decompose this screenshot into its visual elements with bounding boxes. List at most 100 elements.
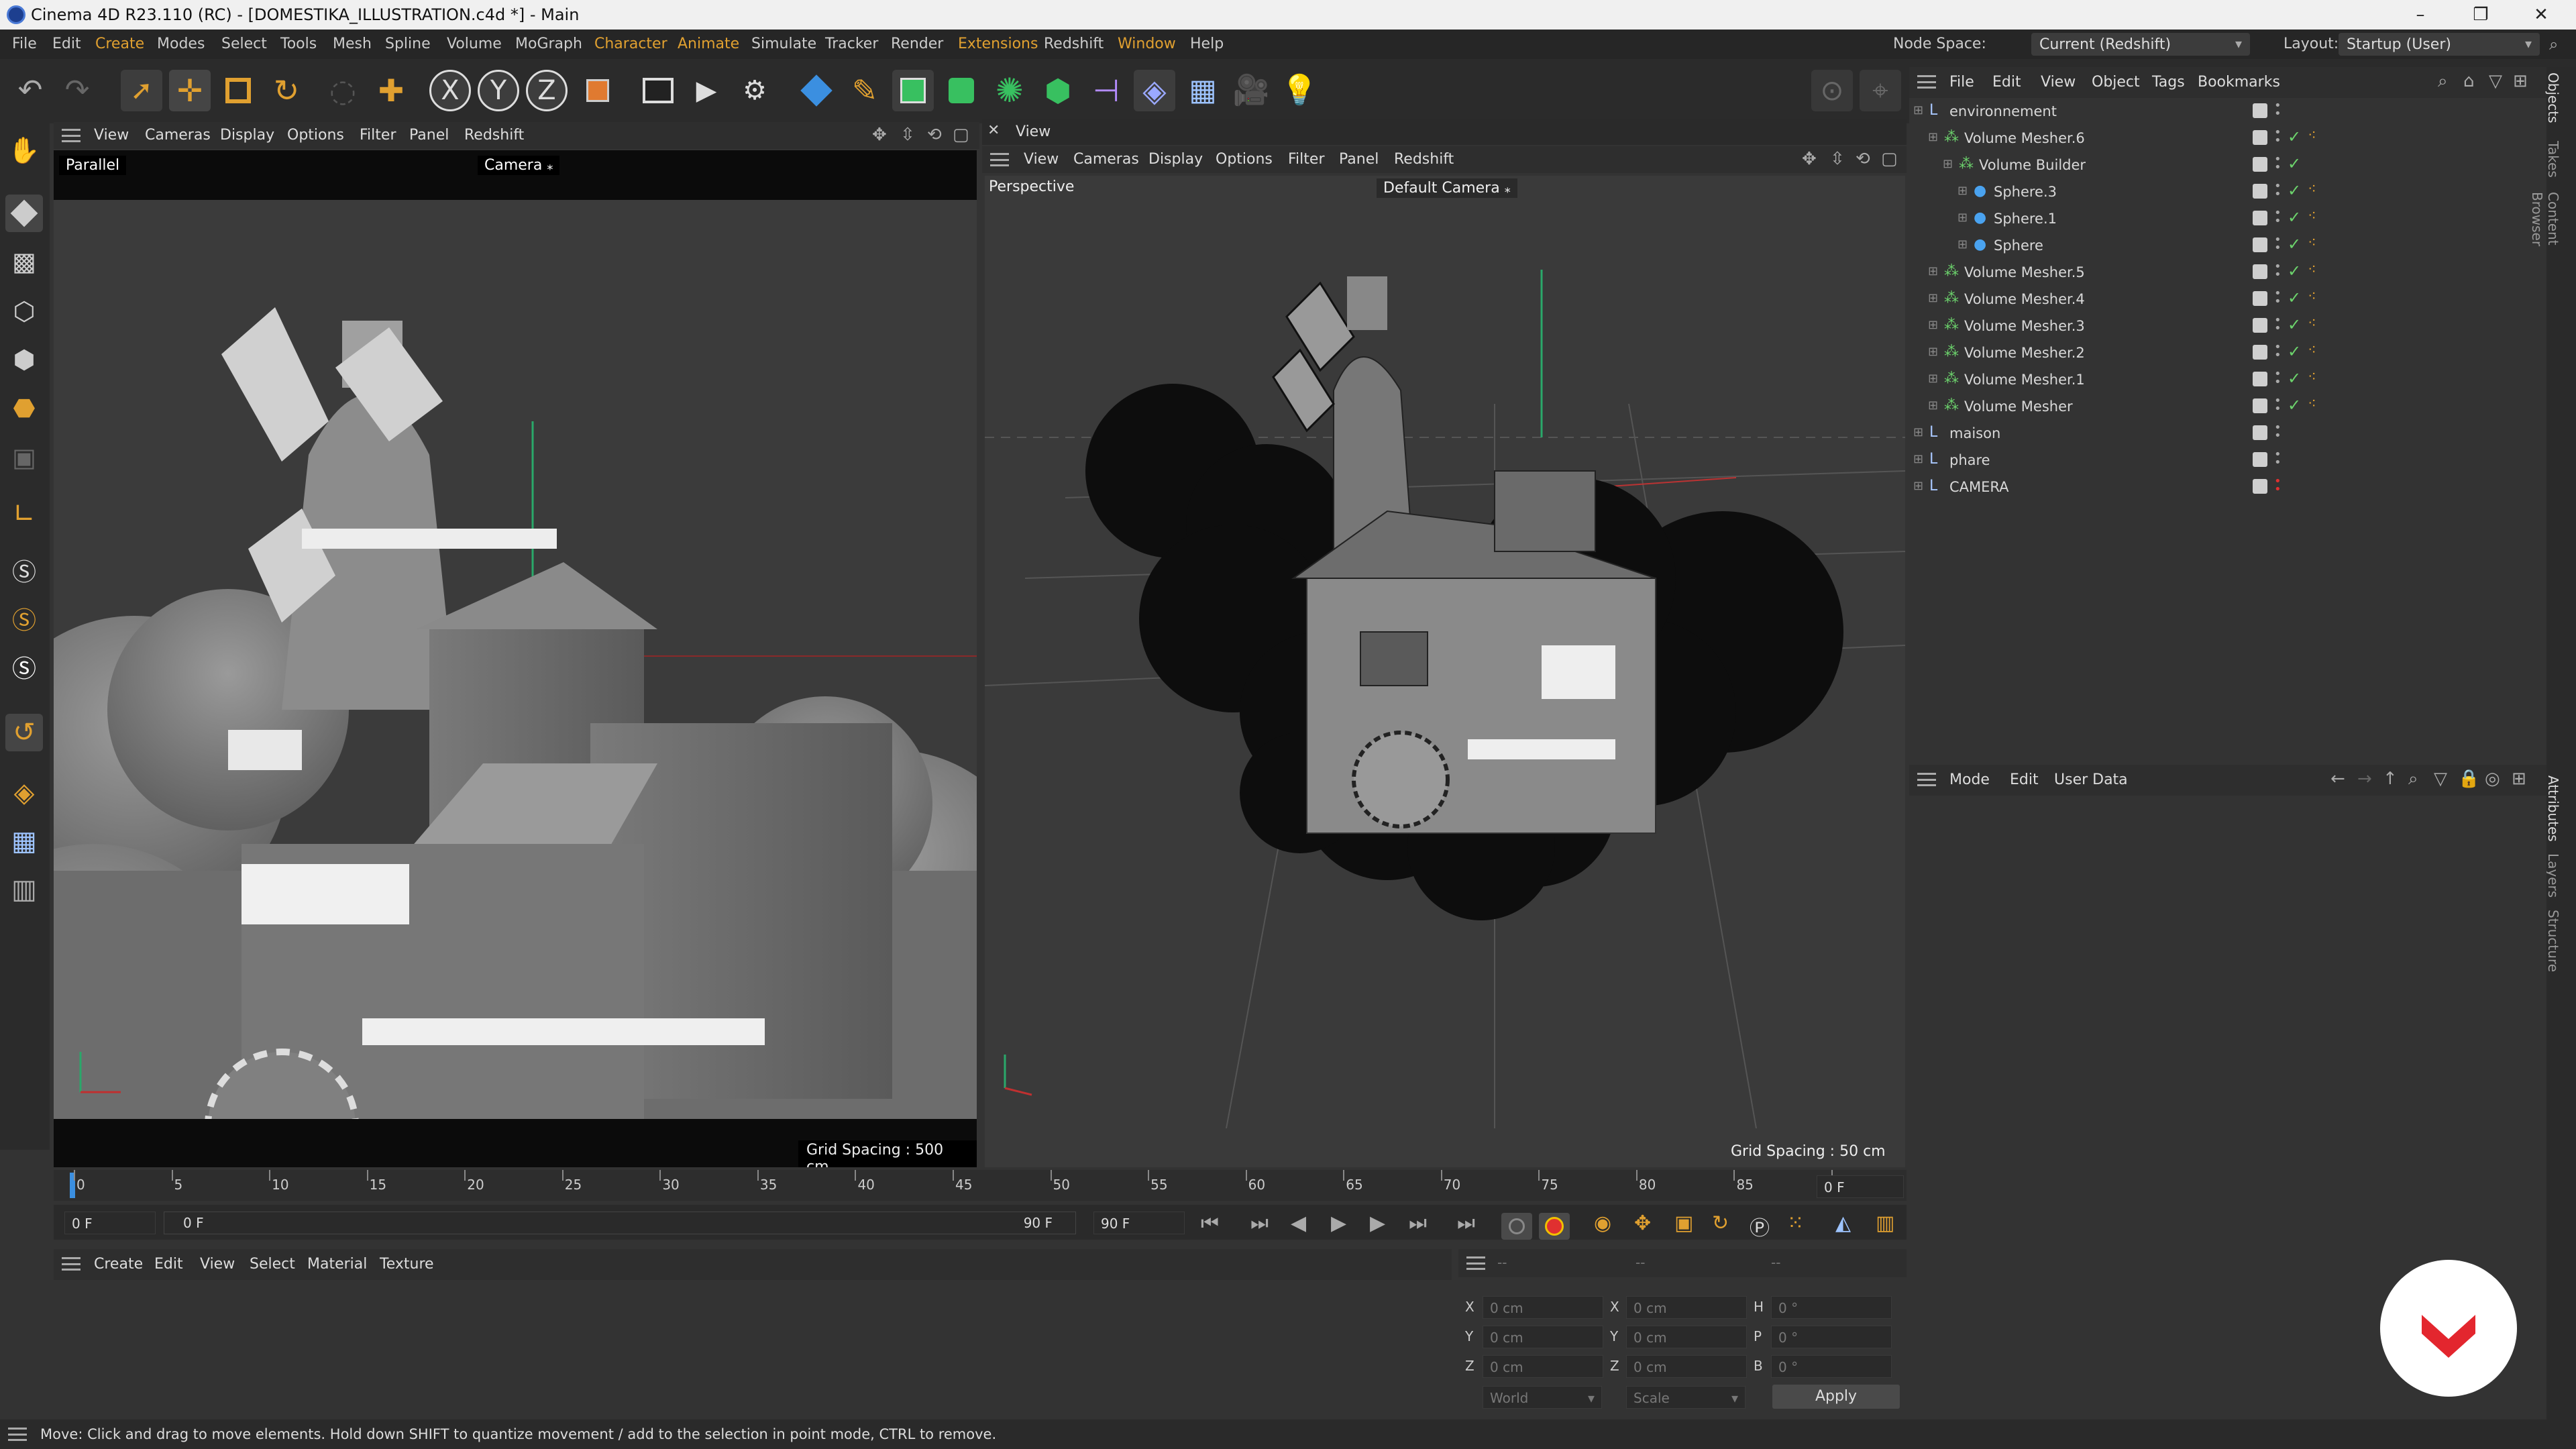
layer-checkbox-icon[interactable] <box>2253 479 2267 494</box>
object-row[interactable]: ⊞ ⁂ Volume Mesher • • ✓ ⁖ <box>1909 393 2526 420</box>
rotate-view-icon[interactable]: ⟲ <box>1856 149 1870 169</box>
visibility-dots-icon[interactable]: • • <box>2274 341 2282 362</box>
expand-toggle-icon[interactable]: ⊞ <box>1913 452 1923 466</box>
coord-value-field[interactable]: 0 ° <box>1771 1355 1892 1378</box>
maximize-view-icon[interactable]: ▢ <box>1881 149 1898 169</box>
coord-value-field[interactable]: 0 cm <box>1483 1355 1603 1378</box>
expand-toggle-icon[interactable]: ⊞ <box>1928 130 1938 144</box>
expand-toggle-icon[interactable]: ⊞ <box>1913 103 1923 117</box>
rotate-tool-icon[interactable]: ↻ <box>266 70 307 111</box>
expand-toggle-icon[interactable]: ⊞ <box>1928 345 1938 359</box>
field-object-icon[interactable]: ◈ <box>1134 70 1175 111</box>
visibility-dots-icon[interactable]: • • <box>2274 395 2282 415</box>
node-space-dropdown[interactable]: Current (Redshift) ▾ <box>2031 33 2250 56</box>
visibility-dots-icon[interactable]: • • <box>2274 180 2282 201</box>
end-frame-field[interactable]: 90 F <box>1093 1212 1185 1234</box>
previous-key-icon[interactable]: ⏭ <box>1250 1212 1269 1235</box>
render-to-picture-viewer-icon[interactable]: ▶ <box>686 70 727 111</box>
texture-mode-icon[interactable]: ▩ <box>5 243 43 280</box>
coord-value-field[interactable]: 0 ° <box>1771 1326 1892 1348</box>
layer-checkbox-icon[interactable] <box>2253 345 2267 360</box>
menu-create[interactable]: Create <box>95 36 144 52</box>
light-object-icon[interactable]: 💡 <box>1279 70 1320 111</box>
side-tab-attributes[interactable]: Attributes <box>2545 775 2561 842</box>
right-vp-menu-view[interactable]: View <box>1024 151 1059 168</box>
side-tab-structure[interactable]: Structure <box>2545 910 2561 972</box>
attr-menu-mode[interactable]: Mode <box>1949 771 1990 788</box>
enabled-check-icon[interactable]: ✓ <box>2288 208 2301 227</box>
zoom-view-icon[interactable]: ⇳ <box>900 125 915 145</box>
start-frame-field[interactable]: 0 F <box>64 1212 156 1234</box>
left-viewport-camera[interactable]: Camera ⁎ <box>478 156 560 175</box>
layer-checkbox-icon[interactable] <box>2253 372 2267 386</box>
z-axis-lock-icon[interactable]: Z <box>526 70 568 111</box>
enabled-check-icon[interactable]: ✓ <box>2288 127 2301 146</box>
scale-tool-icon[interactable] <box>217 70 259 111</box>
menu-help[interactable]: Help <box>1190 36 1224 52</box>
mat-menu-select[interactable]: Select <box>250 1256 295 1273</box>
timeline-ruler[interactable]: 051015202530354045505560657075808590 <box>54 1170 1907 1201</box>
left-vp-menu-panel[interactable]: Panel <box>409 127 449 144</box>
visibility-dots-icon[interactable]: • • <box>2274 422 2282 442</box>
edges-mode-icon[interactable]: ⬢ <box>5 341 43 378</box>
menu-extensions[interactable]: Extensions <box>958 36 1038 52</box>
right-vp-menu-cameras[interactable]: Cameras <box>1073 151 1139 168</box>
menu-modes[interactable]: Modes <box>157 36 205 52</box>
right-vp-menu-display[interactable]: Display <box>1148 151 1203 168</box>
keyframe-selection-icon[interactable]: ◉ <box>1594 1212 1611 1235</box>
expand-toggle-icon[interactable]: ⊞ <box>1928 372 1938 386</box>
autokey-icon[interactable] <box>1539 1213 1570 1240</box>
right-viewport-tab[interactable]: View <box>1016 123 1051 140</box>
object-row[interactable]: ⊞ Lenvironnement • • <box>1909 98 2526 125</box>
model-mode-icon[interactable] <box>5 195 43 232</box>
layer-checkbox-icon[interactable] <box>2253 237 2267 252</box>
layer-checkbox-icon[interactable] <box>2253 130 2267 145</box>
visibility-dots-icon[interactable]: • • <box>2274 449 2282 469</box>
point-level-animation-icon[interactable]: ⁙ <box>1787 1212 1804 1235</box>
subdivision-surface-icon[interactable] <box>892 70 934 111</box>
left-vp-menu-display[interactable]: Display <box>220 127 274 144</box>
search-icon[interactable]: ⌕ <box>2408 769 2418 790</box>
menu-window[interactable]: Window <box>1118 36 1176 52</box>
menu-edit[interactable]: Edit <box>52 36 81 52</box>
redo-icon[interactable]: ↷ <box>56 70 98 111</box>
menu-file[interactable]: File <box>12 36 37 52</box>
layer-checkbox-icon[interactable] <box>2253 398 2267 413</box>
mat-menu-material[interactable]: Material <box>307 1256 367 1273</box>
polygons-mode-icon[interactable]: ⬣ <box>5 389 43 427</box>
attr-menu-edit[interactable]: Edit <box>2010 771 2039 788</box>
extrude-generator-icon[interactable] <box>941 70 982 111</box>
play-icon[interactable]: ▶ <box>1331 1212 1346 1235</box>
phong-tag-icon[interactable]: ⁖ <box>2308 235 2316 252</box>
close-window-button[interactable]: ✕ <box>2521 1 2561 28</box>
enabled-check-icon[interactable]: ✓ <box>2288 315 2301 334</box>
recent-tools-icon[interactable]: ◌ <box>322 70 364 111</box>
expand-toggle-icon[interactable]: ⊞ <box>1928 291 1938 305</box>
enabled-check-icon[interactable]: ✓ <box>2288 262 2301 280</box>
attributes-menu-icon[interactable] <box>1917 773 1936 786</box>
object-row[interactable]: ⊞ ⁂ Volume Mesher.2 • • ✓ ⁖ <box>1909 339 2526 366</box>
attr-menu-user-data[interactable]: User Data <box>2054 771 2128 788</box>
visibility-dots-icon[interactable]: • • <box>2274 100 2282 120</box>
undo-icon[interactable]: ↶ <box>9 70 51 111</box>
visibility-dots-icon[interactable]: • • <box>2274 315 2282 335</box>
object-row[interactable]: ⊞ ⁂ Volume Mesher.6 • • ✓ ⁖ <box>1909 125 2526 152</box>
close-tab-icon[interactable]: ✕ <box>987 122 1000 139</box>
object-row[interactable]: ⊞ ● Sphere.3 • • ✓ ⁖ <box>1909 178 2526 205</box>
object-row[interactable]: ⊞ ⁂ Volume Mesher.5 • • ✓ ⁖ <box>1909 259 2526 286</box>
menu-volume[interactable]: Volume <box>447 36 502 52</box>
solo-hierarchy-icon[interactable]: Ⓢ <box>5 651 43 688</box>
layer-checkbox-icon[interactable] <box>2253 452 2267 467</box>
visibility-dots-icon[interactable]: • • <box>2274 234 2282 254</box>
layer-checkbox-icon[interactable] <box>2253 157 2267 172</box>
go-to-end-icon[interactable]: ⏭ <box>1457 1212 1475 1235</box>
expand-toggle-icon[interactable]: ⊞ <box>1957 211 1968 225</box>
om-menu-object[interactable]: Object <box>2092 74 2140 91</box>
object-row[interactable]: ⊞ ⁂ Volume Mesher.4 • • ✓ ⁖ <box>1909 286 2526 313</box>
side-tab-content-browser[interactable]: Content Browser <box>2529 192 2561 246</box>
phong-tag-icon[interactable]: ⁖ <box>2308 127 2316 144</box>
visibility-dots-icon[interactable]: • • <box>2274 476 2282 496</box>
coord-value-field[interactable]: 0 cm <box>1483 1296 1603 1319</box>
visibility-dots-icon[interactable]: • • <box>2274 368 2282 388</box>
enabled-check-icon[interactable]: ✓ <box>2288 154 2301 173</box>
